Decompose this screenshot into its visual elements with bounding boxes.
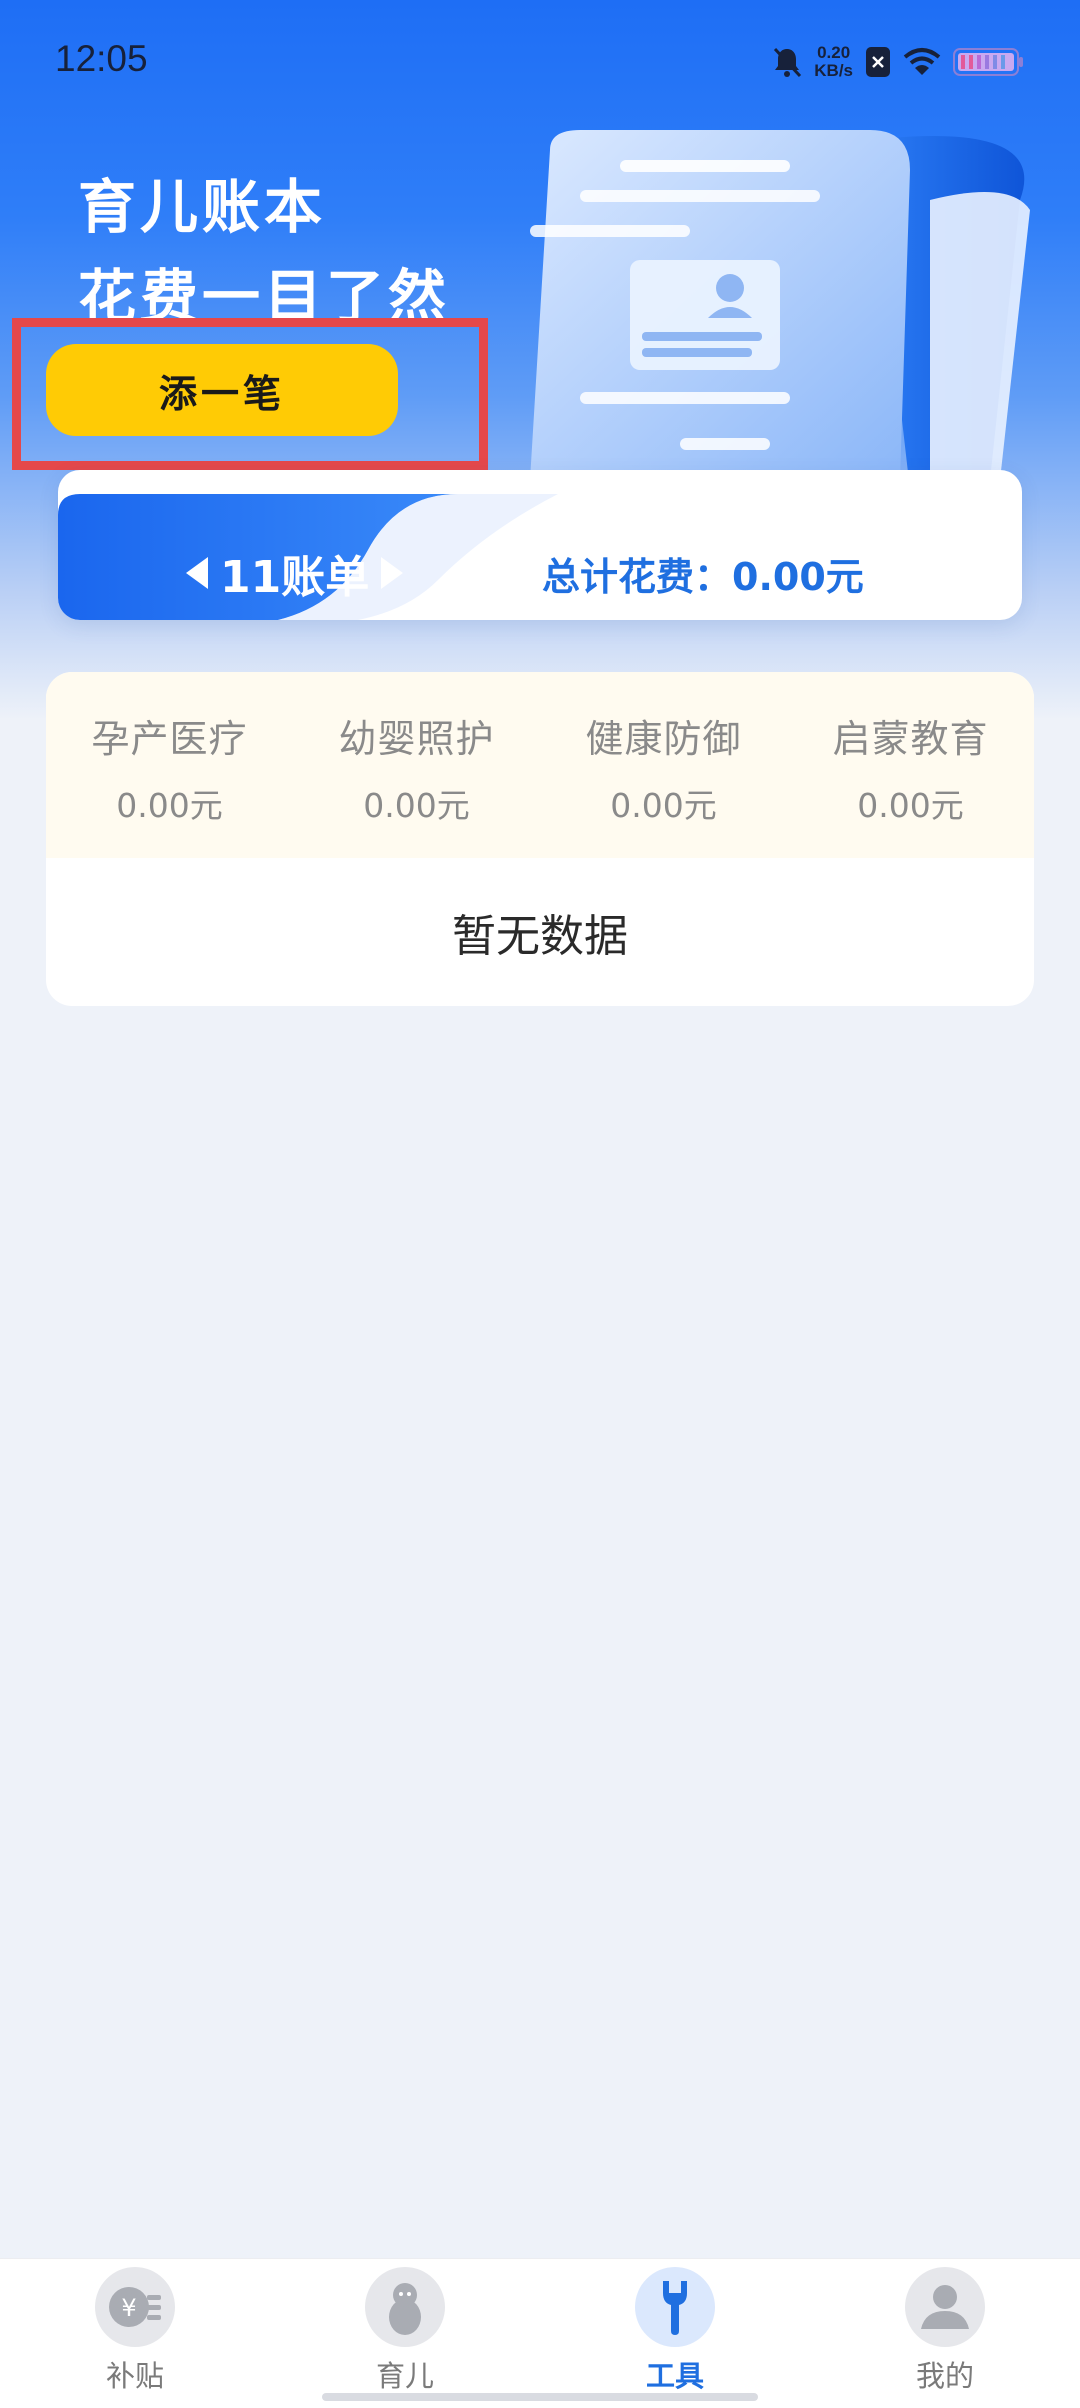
stat-category-health: 健康防御 0.00元: [540, 672, 787, 858]
stat-value: 0.00元: [363, 786, 470, 825]
net-speed-value: 0.20: [817, 43, 851, 62]
triangle-right-icon[interactable]: [375, 551, 411, 595]
net-speed-unit: KB/s: [814, 61, 853, 80]
nav-item-subsidy[interactable]: ¥ 补贴: [0, 2259, 270, 2408]
empty-state-text: 暂无数据: [452, 911, 628, 962]
subsidy-icon: ¥: [95, 2267, 175, 2347]
status-time: 12:05: [55, 38, 148, 79]
stat-label: 孕产医疗: [91, 717, 248, 761]
bell-muted-icon: [772, 46, 802, 78]
wifi-icon: [903, 47, 941, 77]
nav-item-tools[interactable]: 工具: [540, 2259, 810, 2408]
stat-value: 0.00元: [857, 786, 964, 825]
nav-label: 我的: [915, 2359, 974, 2393]
total-spending: 总计花费：0.00元: [542, 554, 864, 599]
nav-item-parenting[interactable]: 育儿: [270, 2259, 540, 2408]
hero-title: 育儿账本: [78, 173, 327, 241]
stat-category-education: 启蒙教育 0.00元: [787, 672, 1034, 858]
category-stats-card: 孕产医疗 0.00元 幼婴照护 0.00元 健康防御 0.00元 启蒙教育 0.…: [46, 672, 1034, 1006]
stat-label: 健康防御: [585, 717, 742, 761]
stat-value: 0.00元: [610, 786, 717, 825]
bottom-nav: ¥ 补贴 育儿 工具 我的: [0, 2258, 1080, 2408]
screen: 12:05 0.20 KB/s 育儿账本 花费一目了然 添一笔 11账单 总计花…: [0, 0, 1080, 2408]
nav-item-profile[interactable]: 我的: [810, 2259, 1080, 2408]
network-speed: 0.20 KB/s: [814, 44, 853, 80]
month-label: 11账单: [220, 552, 370, 603]
stat-label: 启蒙教育: [832, 717, 989, 761]
nav-label: 补贴: [105, 2359, 164, 2393]
home-indicator[interactable]: [322, 2393, 758, 2401]
baby-icon: [365, 2267, 445, 2347]
month-selector: 11账单: [178, 528, 411, 618]
month-bill-card: 11账单 总计花费：0.00元: [58, 470, 1022, 620]
nav-label: 育儿: [375, 2359, 434, 2393]
status-icons: 0.20 KB/s: [772, 40, 1025, 84]
status-bar: 12:05 0.20 KB/s: [0, 0, 1080, 120]
stat-label: 幼婴照护: [338, 717, 495, 761]
profile-icon: [905, 2267, 985, 2347]
stat-category-prenatal: 孕产医疗 0.00元: [46, 672, 293, 858]
category-stats-row: 孕产医疗 0.00元 幼婴照护 0.00元 健康防御 0.00元 启蒙教育 0.…: [46, 672, 1034, 858]
wrench-icon: [635, 2267, 715, 2347]
add-expense-button[interactable]: 添一笔: [46, 344, 398, 436]
sim-icon: [865, 46, 891, 78]
triangle-left-icon[interactable]: [178, 551, 214, 595]
nav-label: 工具: [645, 2359, 704, 2393]
svg-text:¥: ¥: [121, 2294, 136, 2322]
receipt-illustration: [490, 130, 1030, 490]
stat-category-infant-care: 幼婴照护 0.00元: [293, 672, 540, 858]
battery-icon: [953, 47, 1025, 77]
stat-value: 0.00元: [116, 786, 223, 825]
